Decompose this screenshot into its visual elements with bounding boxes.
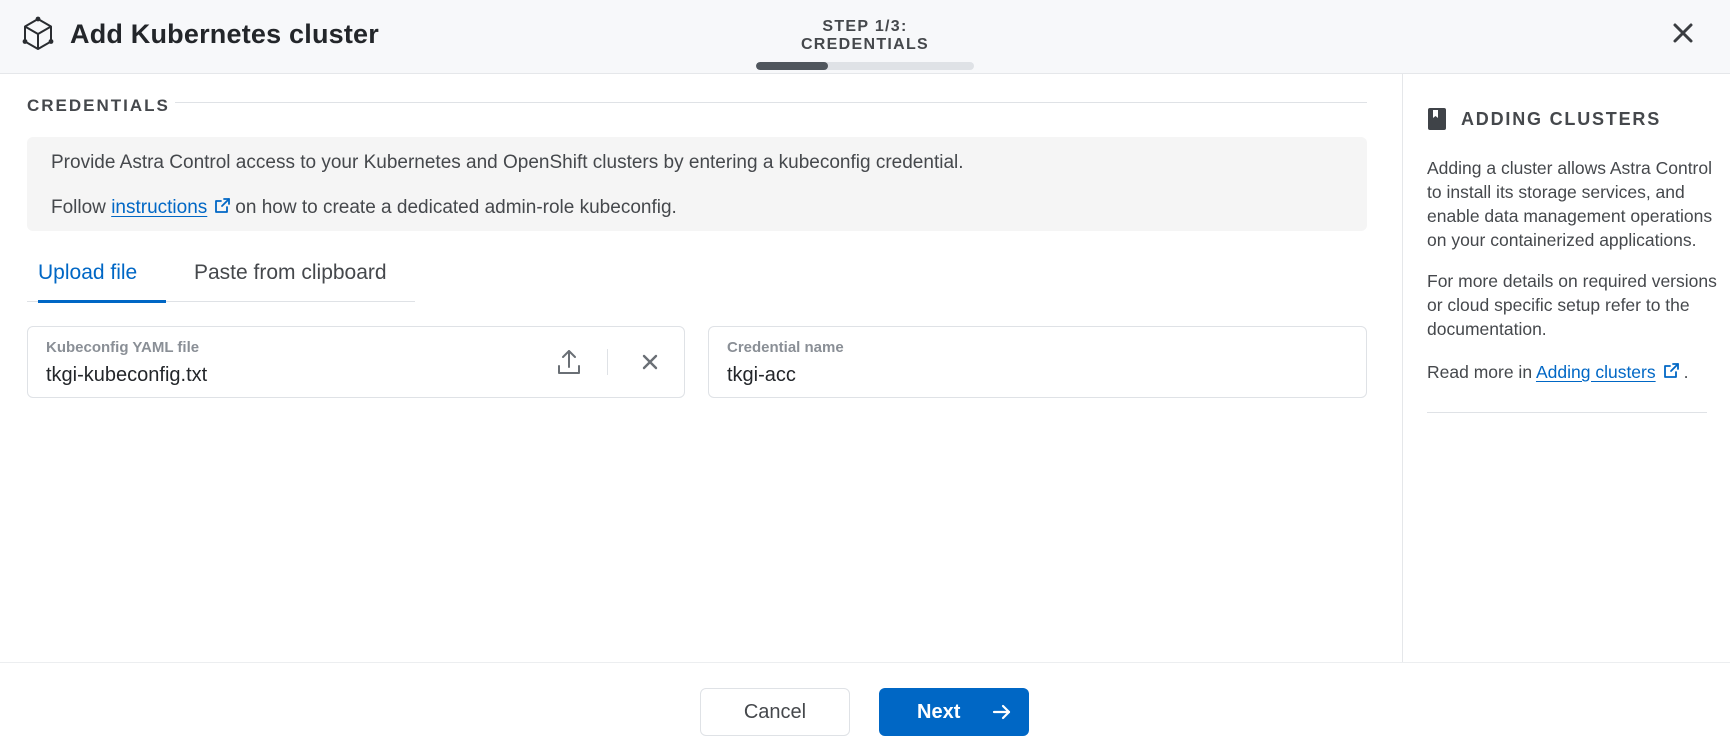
- instructions-prefix: Follow: [51, 197, 106, 218]
- info-text: Provide Astra Control access to your Kub…: [51, 152, 964, 173]
- input-method-tabs: Upload file Paste from clipboard: [27, 254, 415, 303]
- instructions-suffix: on how to create a dedicated admin-role …: [235, 197, 677, 218]
- main-content: CREDENTIALS Provide Astra Control access…: [0, 74, 1402, 662]
- clear-file-icon[interactable]: [640, 352, 660, 372]
- step-label: STEP 1/3: CREDENTIALS: [800, 18, 930, 53]
- book-icon: [1428, 108, 1446, 130]
- step-progress-track: [756, 62, 974, 70]
- active-tab-indicator: [38, 300, 166, 303]
- cube-icon: [22, 16, 54, 50]
- tab-paste-from-clipboard[interactable]: Paste from clipboard: [194, 254, 387, 302]
- tab-label: Upload file: [38, 261, 138, 284]
- help-panel-divider: [1427, 412, 1707, 413]
- credential-name-input[interactable]: tkgi-acc: [727, 364, 796, 387]
- stepper: STEP 1/3: CREDENTIALS: [756, 18, 974, 70]
- external-link-icon[interactable]: [213, 197, 231, 215]
- credential-name-label: Credential name: [727, 339, 844, 356]
- read-more-prefix: Read more in: [1427, 362, 1533, 382]
- kubeconfig-file-field[interactable]: Kubeconfig YAML file tkgi-kubeconfig.txt: [27, 326, 685, 398]
- adding-clusters-link[interactable]: Adding clusters: [1536, 362, 1656, 382]
- help-paragraph-2: For more details on required versions or…: [1427, 271, 1717, 339]
- help-paragraph-1: Adding a cluster allows Astra Control to…: [1427, 158, 1713, 250]
- help-panel-title: ADDING CLUSTERS: [1461, 109, 1662, 129]
- next-button[interactable]: Next: [879, 688, 1029, 736]
- read-more-suffix: .: [1683, 362, 1689, 382]
- tab-label: Paste from clipboard: [194, 261, 387, 284]
- info-instructions: Follow instructions on how to create a de…: [51, 197, 677, 219]
- help-read-more: Read more in Adding clusters.: [1427, 360, 1727, 384]
- help-panel: ADDING CLUSTERS Adding a cluster allows …: [1402, 74, 1730, 662]
- dialog-footer: Cancel Next: [0, 662, 1730, 753]
- section-title: CREDENTIALS: [27, 96, 170, 115]
- dialog-header: Add Kubernetes cluster STEP 1/3: CREDENT…: [0, 0, 1730, 74]
- cancel-button[interactable]: Cancel: [700, 688, 850, 736]
- upload-icon[interactable]: [556, 347, 582, 377]
- next-button-label: Next: [917, 701, 961, 723]
- kubeconfig-file-name: tkgi-kubeconfig.txt: [46, 364, 208, 386]
- field-action-divider: [607, 349, 608, 375]
- close-icon[interactable]: [1670, 20, 1696, 46]
- instructions-link[interactable]: instructions: [111, 197, 207, 218]
- credential-name-field[interactable]: Credential name tkgi-acc: [708, 326, 1367, 398]
- kubeconfig-field-label: Kubeconfig YAML file: [46, 339, 200, 356]
- dialog-title: Add Kubernetes cluster: [70, 19, 379, 49]
- tab-upload-file[interactable]: Upload file: [38, 254, 166, 303]
- step-progress-fill: [756, 62, 828, 70]
- external-link-icon[interactable]: [1662, 362, 1680, 380]
- arrow-right-icon: [992, 704, 1011, 720]
- info-box: Provide Astra Control access to your Kub…: [27, 137, 1367, 231]
- section-divider: [175, 102, 1367, 103]
